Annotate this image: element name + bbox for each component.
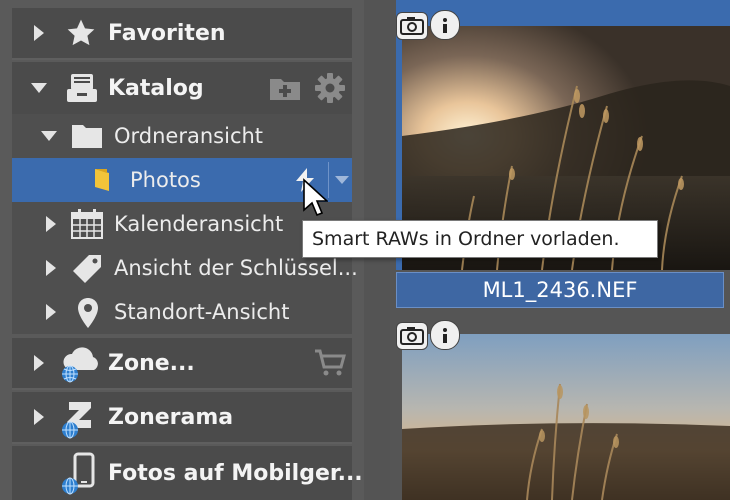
camera-icon [396, 12, 428, 40]
divider [12, 58, 352, 60]
section-label: Fotos auf Mobilger... [108, 460, 363, 486]
cloud-icon [58, 344, 102, 384]
star-icon [64, 16, 98, 50]
chevron-down-icon[interactable] [332, 166, 352, 194]
tree-item-ordneransicht[interactable]: Ordneransicht [12, 114, 352, 158]
info-icon[interactable] [430, 320, 460, 350]
expand-arrow-icon[interactable] [46, 260, 56, 276]
tag-icon [70, 252, 104, 286]
tree-item-kalenderansicht[interactable]: Kalenderansicht [12, 202, 352, 246]
tree-item-label: Ansicht der Schlüssel... [114, 256, 358, 280]
mobile-phone-icon [58, 452, 102, 496]
catalog-icon [64, 70, 100, 106]
gear-icon[interactable] [312, 70, 348, 106]
expand-arrow-icon[interactable] [34, 25, 44, 41]
section-katalog[interactable]: Katalog [12, 62, 352, 114]
expand-arrow-icon[interactable] [34, 355, 44, 371]
expand-arrow-icon[interactable] [46, 304, 56, 320]
section-favoriten[interactable]: Favoriten [12, 8, 352, 58]
calendar-icon [70, 208, 104, 240]
divider [12, 442, 352, 444]
tree-item-label: Kalenderansicht [114, 212, 284, 236]
thumbnail-filename: ML1_2436.NEF [396, 272, 724, 308]
tree-item-label: Photos [130, 168, 201, 192]
shopping-cart-icon[interactable] [312, 348, 348, 378]
tree-item-schluessel[interactable]: Ansicht der Schlüssel... [12, 246, 358, 290]
folder-yellow-icon [92, 167, 112, 193]
collapse-arrow-icon[interactable] [31, 83, 47, 93]
location-pin-icon [74, 296, 102, 330]
expand-arrow-icon[interactable] [34, 409, 44, 425]
thumbnail-image[interactable] [402, 334, 730, 500]
section-label: Katalog [108, 75, 204, 101]
add-folder-icon[interactable] [268, 72, 302, 104]
tree-item-label: Ordneransicht [114, 124, 264, 148]
section-mobil[interactable]: Fotos auf Mobilger... [12, 446, 363, 500]
collapse-arrow-icon[interactable] [41, 131, 57, 141]
folder-icon [70, 121, 104, 151]
section-label: Zone... [108, 350, 195, 376]
expand-arrow-icon[interactable] [46, 216, 56, 232]
mouse-cursor-icon [302, 178, 330, 222]
tree-item-label: Standort-Ansicht [114, 300, 290, 324]
split-divider [328, 162, 329, 198]
camera-icon [396, 322, 428, 350]
tree-item-photos[interactable]: Photos [12, 158, 352, 202]
section-label: Favoriten [108, 20, 226, 46]
section-zonerama[interactable]: Zonerama [12, 392, 352, 442]
section-label: Zonerama [108, 404, 234, 430]
tree-item-standort[interactable]: Standort-Ansicht [12, 290, 352, 334]
divider [12, 388, 352, 390]
section-zone[interactable]: Zone... [12, 338, 352, 388]
tooltip: Smart RAWs in Ordner vorladen. [302, 220, 658, 258]
zonerama-icon [58, 398, 102, 440]
info-icon[interactable] [430, 10, 460, 40]
